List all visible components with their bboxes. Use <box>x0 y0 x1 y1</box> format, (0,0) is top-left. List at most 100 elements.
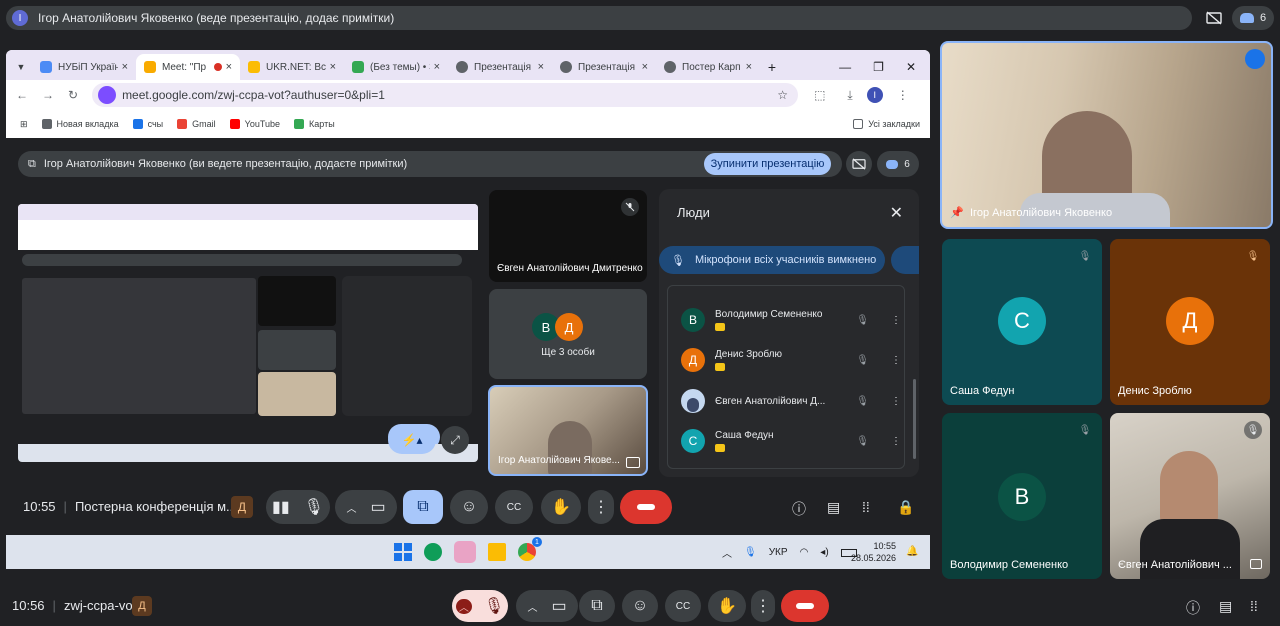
add-people-button[interactable] <box>891 246 919 274</box>
url-field[interactable]: meet.google.com/zwj-ccpa-vot?authuser=0&… <box>92 83 799 107</box>
expand-icon[interactable] <box>626 457 640 468</box>
browser-tab[interactable]: НУБіП Україн × <box>32 54 136 80</box>
close-icon[interactable]: ✕ <box>890 203 903 223</box>
host-controls-icon[interactable]: 🔒 <box>897 499 914 516</box>
all-bookmarks[interactable]: Усі закладки <box>853 119 920 129</box>
minimize-icon[interactable]: — <box>839 60 851 74</box>
close-icon[interactable]: × <box>538 61 544 73</box>
mute-all-chip[interactable]: 🎙 Мікрофони всіх учасників вимкнено <box>659 246 885 274</box>
profile-avatar[interactable]: I <box>866 87 883 103</box>
reload-icon[interactable]: ↻ <box>68 88 78 102</box>
download-icon[interactable]: ⤓ <box>847 88 852 103</box>
activities-icon[interactable]: ⁞⁞ <box>1250 598 1258 614</box>
menu-icon[interactable]: ⋮ <box>897 88 909 102</box>
volume-icon[interactable]: ◂) <box>820 547 828 558</box>
participant-tile[interactable]: Євген Анатолійович Дмитренко <box>489 190 647 282</box>
stop-presenting-icon[interactable] <box>1202 6 1226 30</box>
self-view-tile[interactable]: Ігор Анатолійович Якове... <box>488 385 648 476</box>
site-info-icon[interactable] <box>98 86 117 104</box>
list-item[interactable]: С Саша Федун 🎙 ⋮ <box>681 426 901 456</box>
more-participants-tile[interactable]: В Д Ще 3 особи <box>489 289 647 379</box>
inner-captions-button[interactable]: CC <box>495 490 533 524</box>
participant-tile[interactable]: 🎙 Д Денис Зроблю <box>1110 239 1270 405</box>
browser-tab-active[interactable]: Meet: "Пр × <box>136 54 240 80</box>
captions-button[interactable]: CC <box>665 590 701 622</box>
present-button[interactable]: ⧉ <box>579 590 615 622</box>
inner-more-options-button[interactable]: ⋮ <box>588 490 614 524</box>
browser-tab[interactable]: UKR.NET: Всі н × <box>240 54 344 80</box>
edge-icon[interactable] <box>424 543 442 561</box>
maximize-icon[interactable]: ❐ <box>873 60 884 74</box>
browser-tab[interactable]: Постер Карп × <box>656 54 760 80</box>
emoji-button[interactable]: ☺ <box>622 590 658 622</box>
clock[interactable]: 10:55 28.05.2026 <box>851 540 896 564</box>
participant-tile[interactable]: 🎙 Євген Анатолійович ... <box>1110 413 1270 579</box>
apps-icon[interactable]: ⊞ <box>20 119 28 130</box>
participants-button[interactable]: 6 <box>1232 6 1274 30</box>
wifi-icon[interactable]: ◠ <box>800 547 809 558</box>
close-window-icon[interactable]: ✕ <box>906 60 916 74</box>
info-icon[interactable]: ⓘ <box>1186 598 1200 618</box>
close-icon[interactable]: × <box>330 61 336 73</box>
notification-icon[interactable]: 🔔 <box>906 546 918 557</box>
list-item[interactable]: В Володимир Семененко 🎙 ⋮ <box>681 305 901 335</box>
raise-hand-button[interactable]: ✋ <box>708 590 746 622</box>
inner-stop-presenting-icon[interactable] <box>846 151 872 177</box>
chat-icon[interactable]: ▤ <box>1219 598 1232 615</box>
tab-search-icon[interactable]: ▼ <box>10 54 32 80</box>
browser-tab[interactable]: Презентація × <box>552 54 656 80</box>
language-indicator[interactable]: УКР <box>769 547 788 558</box>
close-icon[interactable]: × <box>746 61 752 73</box>
stop-presentation-button[interactable]: Зупинити презентацію <box>704 153 831 175</box>
inner-present-button[interactable]: ⧉ <box>403 490 443 524</box>
inner-participants-button[interactable]: 6 <box>877 151 919 177</box>
close-icon[interactable]: × <box>122 61 128 73</box>
info-icon[interactable]: ⓘ <box>792 499 806 519</box>
more-options-icon[interactable]: ⋮ <box>891 355 901 366</box>
presenter-tile[interactable]: 📌 Ігор Анатолійович Яковенко <box>940 41 1273 229</box>
bookmark-item[interactable]: счы <box>132 119 163 129</box>
bookmark-item[interactable]: Новая вкладка <box>41 119 119 129</box>
new-tab-icon[interactable]: + <box>760 54 784 80</box>
inner-mic-control[interactable]: ▮▮ 🎙 <box>266 490 330 524</box>
back-icon[interactable]: ← <box>16 88 28 102</box>
chrome-icon[interactable]: 1 <box>518 537 542 561</box>
bookmark-item[interactable]: YouTube <box>229 119 280 129</box>
more-options-icon[interactable]: ⋮ <box>891 315 901 326</box>
file-explorer-icon[interactable] <box>488 543 506 561</box>
camera-control[interactable]: ︿ ▭ <box>516 590 578 622</box>
present-options-button[interactable]: ⚡▴ <box>388 426 436 454</box>
close-icon[interactable]: × <box>226 61 232 73</box>
tray-chevron-icon[interactable]: ︿ <box>722 545 732 560</box>
expand-icon[interactable] <box>1250 559 1262 569</box>
more-options-button[interactable]: ⋮ <box>751 590 775 622</box>
forward-icon[interactable]: → <box>42 88 54 102</box>
bookmark-star-icon[interactable]: ☆ <box>777 88 788 102</box>
chat-icon[interactable]: ▤ <box>827 499 840 516</box>
bookmark-item[interactable]: Gmail <box>177 119 216 129</box>
list-item[interactable]: Д Денис Зроблю 🎙 ⋮ <box>681 345 901 375</box>
bookmark-item[interactable]: Карты <box>294 119 335 129</box>
activities-icon[interactable]: ⁞⁞ <box>862 499 870 515</box>
inner-leave-call-button[interactable] <box>620 490 672 524</box>
browser-tab[interactable]: Презентація × <box>448 54 552 80</box>
inner-camera-control[interactable]: ︿ ▭ <box>335 490 397 524</box>
mic-control[interactable]: ︿ 🎙 <box>452 590 508 622</box>
browser-tab[interactable]: (Без темы) • З × <box>344 54 448 80</box>
extensions-icon[interactable]: ⬚ <box>814 88 825 102</box>
copilot-icon[interactable] <box>454 541 476 563</box>
more-options-icon[interactable]: ⋮ <box>891 436 901 447</box>
close-icon[interactable]: × <box>642 61 648 73</box>
scrollbar[interactable] <box>913 379 916 459</box>
participant-tile[interactable]: 🎙 С Саша Федун <box>942 239 1102 405</box>
more-options-icon[interactable]: ⋮ <box>891 396 901 407</box>
close-icon[interactable]: × <box>434 61 440 73</box>
inner-emoji-button[interactable]: ☺ <box>450 490 488 524</box>
mic-tray-icon[interactable]: 🎙 <box>744 547 757 558</box>
inner-raise-hand-button[interactable]: ✋ <box>541 490 581 524</box>
windows-start-icon[interactable] <box>394 543 412 561</box>
list-item[interactable]: Євген Анатолійович Д... 🎙 ⋮ <box>681 386 901 416</box>
leave-call-button[interactable] <box>781 590 829 622</box>
fullscreen-icon[interactable]: ⤢ <box>441 426 469 454</box>
participant-tile[interactable]: 🎙 В Володимир Семененко <box>942 413 1102 579</box>
